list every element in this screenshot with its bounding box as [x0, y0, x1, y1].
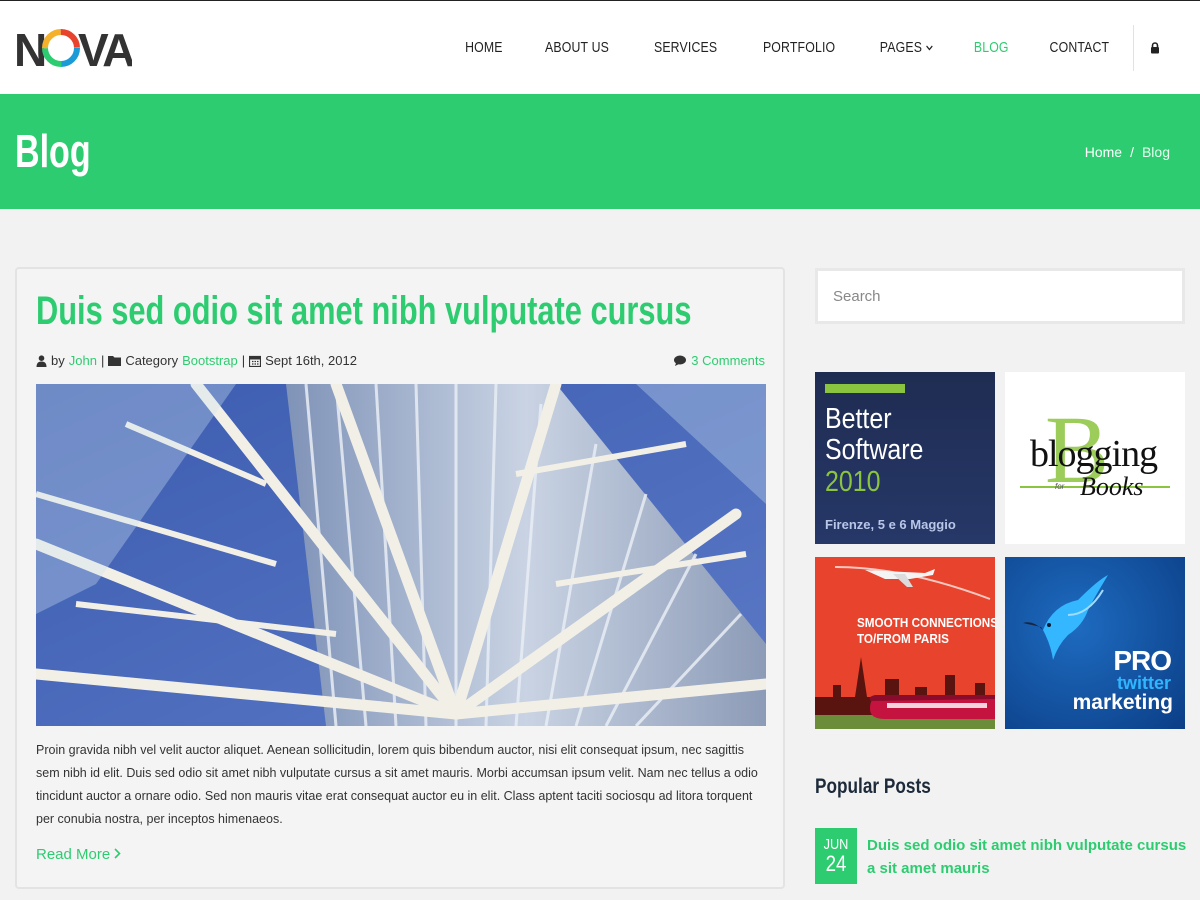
ad-better-software-title: Better Software	[825, 404, 923, 466]
read-more-label: Read More	[36, 846, 111, 863]
building-photo	[36, 384, 766, 726]
airplane-icon	[834, 566, 991, 600]
chevron-down-icon	[925, 45, 933, 50]
ad-better-software[interactable]: Better Software 2010 Firenze, 5 e 6 Magg…	[815, 372, 995, 544]
ad2-word2: Books	[1080, 472, 1144, 501]
page-title: Blog	[15, 125, 91, 177]
svg-text:N: N	[14, 24, 45, 71]
post-comments-count: 3 Comments	[691, 353, 765, 368]
folder-icon	[108, 356, 122, 366]
ad1-year: 2010	[825, 466, 881, 498]
nav-blog[interactable]: BLOG	[974, 39, 1009, 56]
post-title[interactable]: Duis sed odio sit amet nibh vulputate cu…	[36, 289, 691, 334]
search-input[interactable]	[815, 268, 1185, 324]
ad-blogging-for-books[interactable]: B blogging for Books	[1005, 372, 1185, 544]
paris-skyline-train-illustration	[815, 657, 995, 729]
nav-blog-label: BLOG	[973, 39, 1009, 56]
blog-post-card: Duis sed odio sit amet nibh vulputate cu…	[15, 267, 785, 889]
post-meta: by John | Category Bootstrap | Sept 16th…	[36, 353, 357, 368]
popular-post-date-badge: JUN 24	[815, 828, 857, 884]
post-category-label: Category	[125, 353, 179, 368]
nav-home-label: HOME	[465, 39, 503, 56]
post-author-link[interactable]: John	[69, 353, 97, 368]
ad2-small: for	[1055, 482, 1065, 491]
breadcrumb: Home / Blog	[1085, 144, 1170, 160]
nav-pages-label: PAGES	[879, 39, 923, 56]
comment-icon	[674, 355, 687, 366]
post-by-label: by	[51, 353, 65, 368]
site-logo[interactable]: N VA	[14, 23, 132, 71]
ad1-event-info: Firenze, 5 e 6 Maggio	[825, 517, 956, 532]
post-excerpt: Proin gravida nibh vel velit auctor aliq…	[36, 743, 758, 826]
ad-paris-connections[interactable]: SMOOTH CONNECTIONS TO/FROM PARIS	[815, 557, 995, 729]
post-featured-image[interactable]	[36, 384, 766, 726]
ad-pro-twitter-marketing[interactable]: PRO twitter marketing	[1005, 557, 1185, 729]
nova-logo-graphic: N VA	[14, 24, 132, 71]
popular-post-day: 24	[825, 851, 847, 876]
main-nav: HOME ABOUT US SERVICES PORTFOLIO PAGES B…	[461, 1, 1200, 94]
nav-about-us-label: ABOUT US	[544, 39, 609, 56]
nav-home[interactable]: HOME	[465, 39, 503, 56]
nav-contact-label: CONTACT	[1049, 39, 1110, 56]
popular-post-link[interactable]: Duis sed odio sit amet nibh vulputate cu…	[867, 834, 1187, 880]
nav-portfolio-label: PORTFOLIO	[762, 39, 836, 56]
popular-posts-title: Popular Posts	[815, 775, 931, 798]
svg-text:VA: VA	[78, 24, 132, 71]
lock-icon	[1151, 41, 1159, 53]
nav-portfolio[interactable]: PORTFOLIO	[763, 39, 835, 56]
nav-about-us[interactable]: ABOUT US	[545, 39, 609, 56]
user-icon	[36, 354, 47, 367]
ad3-line1: SMOOTH CONNECTIONS	[857, 615, 995, 630]
meta-separator: |	[241, 353, 246, 368]
ad1-line2: Software	[825, 434, 924, 466]
nav-divider	[1133, 24, 1134, 71]
ad2-word1: blogging	[1030, 433, 1158, 475]
ad-accent-bar	[825, 384, 905, 393]
login-button[interactable]	[1148, 40, 1162, 56]
breadcrumb-current: Blog	[1141, 144, 1170, 160]
breadcrumb-home-link[interactable]: Home	[1085, 144, 1122, 160]
site-header: N VA HOME ABOUT US SERVICES PORTFOLIO PA…	[0, 1, 1200, 94]
post-date: Sept 16th, 2012	[265, 353, 357, 368]
hummingbird-icon	[1023, 575, 1108, 660]
calendar-icon	[249, 355, 262, 367]
nav-services-label: SERVICES	[653, 39, 717, 56]
nav-services[interactable]: SERVICES	[654, 39, 717, 56]
breadcrumb-separator: /	[1130, 144, 1134, 160]
nav-pages[interactable]: PAGES	[880, 39, 933, 56]
meta-separator: |	[100, 353, 105, 368]
ad4-line3: marketing	[1072, 691, 1173, 714]
chevron-right-icon	[114, 848, 122, 859]
post-category-link[interactable]: Bootstrap	[182, 353, 238, 368]
post-comments-link[interactable]: 3 Comments	[674, 353, 765, 368]
ad3-line2: TO/FROM PARIS	[857, 631, 949, 646]
ad1-line1: Better	[825, 403, 892, 435]
page-banner: Blog Home / Blog	[0, 94, 1200, 209]
nav-contact[interactable]: CONTACT	[1050, 39, 1110, 56]
read-more-link[interactable]: Read More	[36, 846, 122, 863]
ad3-headline: SMOOTH CONNECTIONS TO/FROM PARIS	[857, 615, 995, 647]
